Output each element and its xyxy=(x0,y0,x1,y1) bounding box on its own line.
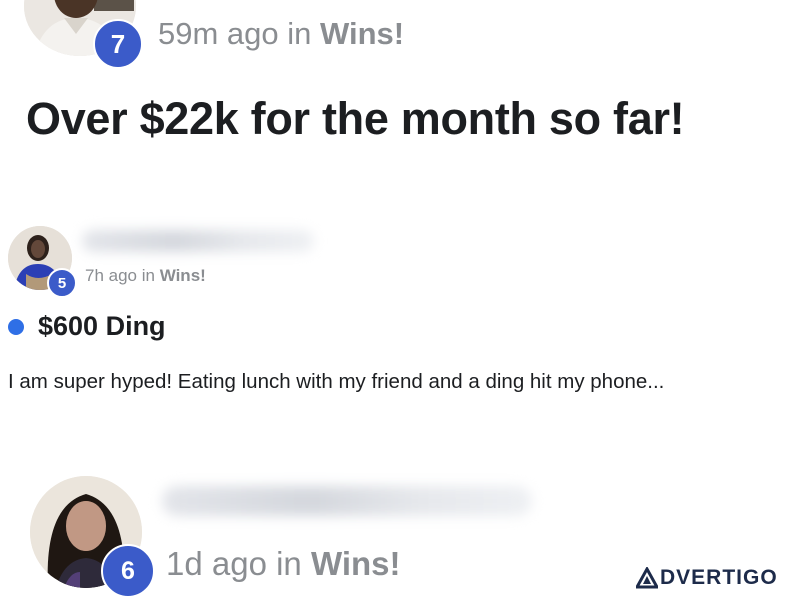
post-meta: 7h ago in Wins! xyxy=(85,266,206,286)
post-meta: 59m ago in Wins! xyxy=(158,16,404,52)
group-link[interactable]: Wins! xyxy=(320,16,404,51)
level-badge: 7 xyxy=(93,19,143,69)
post-title[interactable]: $600 Ding xyxy=(38,311,166,342)
post-timestamp: 1d ago in xyxy=(166,545,311,582)
triangle-a-icon xyxy=(636,567,658,589)
level-badge: 5 xyxy=(47,268,77,298)
level-badge: 6 xyxy=(101,544,155,598)
post-title[interactable]: Over $22k for the month so far! xyxy=(26,93,685,145)
group-link[interactable]: Wins! xyxy=(311,545,401,582)
watermark-text: DVERTIGO xyxy=(660,566,778,589)
blurred-author-name[interactable] xyxy=(162,486,532,516)
post-title-row[interactable]: $600 Ding xyxy=(8,311,166,342)
post-meta: 1d ago in Wins! xyxy=(166,545,401,583)
group-link[interactable]: Wins! xyxy=(160,266,206,285)
post-timestamp: 59m ago in xyxy=(158,16,320,51)
feed: 7 59m ago in Wins! Over $22k for the mon… xyxy=(0,0,800,600)
advertigo-watermark: DVERTIGO xyxy=(636,566,778,590)
blurred-author-name[interactable] xyxy=(82,230,314,252)
unread-dot-icon xyxy=(8,318,24,335)
post-timestamp: 7h ago in xyxy=(85,266,160,285)
post-body-preview[interactable]: I am super hyped! Eating lunch with my f… xyxy=(8,370,800,394)
